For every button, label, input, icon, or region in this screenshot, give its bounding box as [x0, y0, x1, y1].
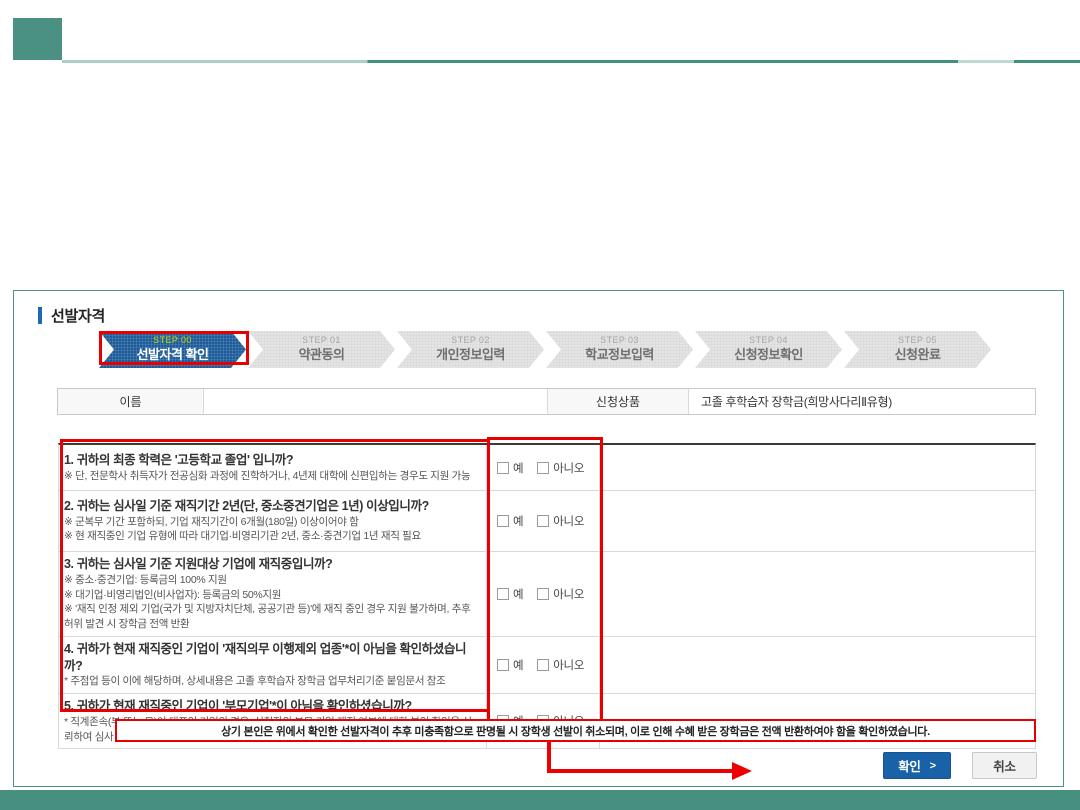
question-title: 3. 귀하는 심사일 기준 지원대상 기업에 재직중입니까? [64, 556, 478, 573]
confirmation-statement: 상기 본인은 위에서 확인한 선발자격이 추후 미충족함으로 판명될 시 장학생… [115, 719, 1036, 742]
applicant-info-table: 이름 신청상품 고졸 후학습자 장학금(희망사다리Ⅱ유형) [57, 388, 1036, 415]
cancel-button[interactable]: 취소 [972, 752, 1037, 779]
red-annotation-arrow [534, 741, 774, 783]
step-label: 신청정보확인 [734, 347, 803, 364]
no-label: 아니오 [553, 657, 584, 673]
question-cell: 2. 귀하는 심사일 기준 재직기간 2년(단, 중소중견기업은 1년) 이상입… [59, 491, 487, 551]
product-label: 신청상품 [548, 389, 689, 414]
step-number: STEP 02 [451, 335, 490, 347]
question-row: 3. 귀하는 심사일 기준 지원대상 기업에 재직중입니까? ※ 중소·중견기업… [59, 552, 1035, 637]
no-label: 아니오 [553, 460, 584, 476]
empty-cell [600, 491, 1035, 551]
question-note: * 주점업 등이 이에 해당하며, 상세내용은 고졸 후학습자 장학금 업무처리… [64, 674, 478, 689]
question-note: ※ '재직 인정 제외 기업(국가 및 지방자치단체, 공공기관 등)'에 재직… [64, 602, 478, 631]
no-option[interactable]: 아니오 [537, 586, 584, 602]
yes-option[interactable]: 예 [497, 586, 523, 602]
yes-label: 예 [513, 460, 523, 476]
yes-option[interactable]: 예 [497, 657, 523, 673]
step-number: STEP 03 [600, 335, 639, 347]
page-title: 선발자격 [51, 305, 105, 326]
no-checkbox[interactable] [537, 462, 549, 474]
step-label: 학교정보입력 [585, 347, 654, 364]
question-note: ※ 대기업·비영리법인(비사업자): 등록금의 50%지원 [64, 588, 478, 603]
yes-label: 예 [513, 586, 523, 602]
step-label: 약관동의 [299, 347, 345, 364]
answer-cell: 예 아니오 [487, 637, 600, 693]
yes-checkbox[interactable] [497, 588, 509, 600]
yes-checkbox[interactable] [497, 659, 509, 671]
step-label: 선발자격 확인 [137, 347, 209, 364]
product-value: 고졸 후학습자 장학금(희망사다리Ⅱ유형) [689, 389, 1035, 414]
question-note: ※ 군복무 기간 포함하되, 기업 재직기간이 6개월(180일) 이상이어야 … [64, 515, 478, 530]
application-panel: 선발자격 STEP 00 선발자격 확인 STEP 01 약관동의 STEP 0… [13, 290, 1064, 787]
confirm-button[interactable]: 확인 > [883, 752, 951, 779]
step-label: 신청완료 [895, 347, 941, 364]
no-label: 아니오 [553, 513, 584, 529]
question-row: 2. 귀하는 심사일 기준 재직기간 2년(단, 중소중견기업은 1년) 이상입… [59, 491, 1035, 552]
no-checkbox[interactable] [537, 588, 549, 600]
yes-checkbox[interactable] [497, 462, 509, 474]
no-label: 아니오 [553, 586, 584, 602]
question-note: ※ 단, 전문학사 취득자가 전공심화 과정에 진학하거나, 4년제 대학에 신… [64, 469, 478, 484]
question-row: 4. 귀하가 현재 재직중인 기업이 '재직의무 이행제외 업종'*이 아님을 … [59, 637, 1035, 694]
header-logo-block [13, 18, 62, 60]
answer-cell: 예 아니오 [487, 445, 600, 490]
no-checkbox[interactable] [537, 659, 549, 671]
question-title: 1. 귀하의 최종 학력은 '고등학교 졸업' 입니까? [64, 452, 478, 469]
question-cell: 4. 귀하가 현재 재직중인 기업이 '재직의무 이행제외 업종'*이 아님을 … [59, 637, 487, 693]
step-item-3[interactable]: STEP 03 학교정보입력 [546, 331, 693, 368]
panel-title: 선발자격 [38, 305, 105, 326]
header-divider [62, 60, 1080, 63]
page: 선발자격 STEP 00 선발자격 확인 STEP 01 약관동의 STEP 0… [0, 0, 1080, 810]
yes-checkbox[interactable] [497, 515, 509, 527]
question-row: 1. 귀하의 최종 학력은 '고등학교 졸업' 입니까? ※ 단, 전문학사 취… [59, 445, 1035, 491]
question-title: 2. 귀하는 심사일 기준 재직기간 2년(단, 중소중견기업은 1년) 이상입… [64, 498, 478, 515]
confirm-button-label: 확인 [898, 756, 920, 775]
question-note: ※ 중소·중견기업: 등록금의 100% 지원 [64, 573, 478, 588]
name-value [204, 389, 548, 414]
name-label: 이름 [58, 389, 204, 414]
empty-cell [600, 445, 1035, 490]
no-option[interactable]: 아니오 [537, 460, 584, 476]
question-title: 5. 귀하가 현재 재직중인 기업이 '부모기업'*이 아님을 확인하셨습니까? [64, 698, 478, 715]
yes-option[interactable]: 예 [497, 513, 523, 529]
chevron-right-icon: > [930, 760, 936, 772]
step-item-4[interactable]: STEP 04 신청정보확인 [695, 331, 842, 368]
step-number: STEP 04 [749, 335, 788, 347]
step-item-1[interactable]: STEP 01 약관동의 [248, 331, 395, 368]
footer-bar [0, 790, 1080, 810]
no-option[interactable]: 아니오 [537, 513, 584, 529]
step-number: STEP 00 [153, 335, 192, 347]
yes-label: 예 [513, 513, 523, 529]
no-option[interactable]: 아니오 [537, 657, 584, 673]
qualification-question-table: 1. 귀하의 최종 학력은 '고등학교 졸업' 입니까? ※ 단, 전문학사 취… [58, 443, 1036, 749]
step-label: 개인정보입력 [436, 347, 505, 364]
title-accent-bar [38, 307, 42, 324]
step-item-2[interactable]: STEP 02 개인정보입력 [397, 331, 544, 368]
step-item-5[interactable]: STEP 05 신청완료 [844, 331, 991, 368]
step-indicator: STEP 00 선발자격 확인 STEP 01 약관동의 STEP 02 개인정… [99, 331, 991, 368]
empty-cell [600, 637, 1035, 693]
yes-label: 예 [513, 657, 523, 673]
empty-cell [600, 552, 1035, 636]
step-number: STEP 01 [302, 335, 341, 347]
question-cell: 3. 귀하는 심사일 기준 지원대상 기업에 재직중입니까? ※ 중소·중견기업… [59, 552, 487, 636]
question-note: ※ 현 재직중인 기업 유형에 따라 대기업·비영리기관 2년, 중소·중견기업… [64, 529, 478, 544]
step-number: STEP 05 [898, 335, 937, 347]
yes-option[interactable]: 예 [497, 460, 523, 476]
answer-cell: 예 아니오 [487, 491, 600, 551]
question-cell: 1. 귀하의 최종 학력은 '고등학교 졸업' 입니까? ※ 단, 전문학사 취… [59, 445, 487, 490]
no-checkbox[interactable] [537, 515, 549, 527]
question-title: 4. 귀하가 현재 재직중인 기업이 '재직의무 이행제외 업종'*이 아님을 … [64, 641, 478, 675]
answer-cell: 예 아니오 [487, 552, 600, 636]
step-item-0[interactable]: STEP 00 선발자격 확인 [99, 331, 246, 368]
